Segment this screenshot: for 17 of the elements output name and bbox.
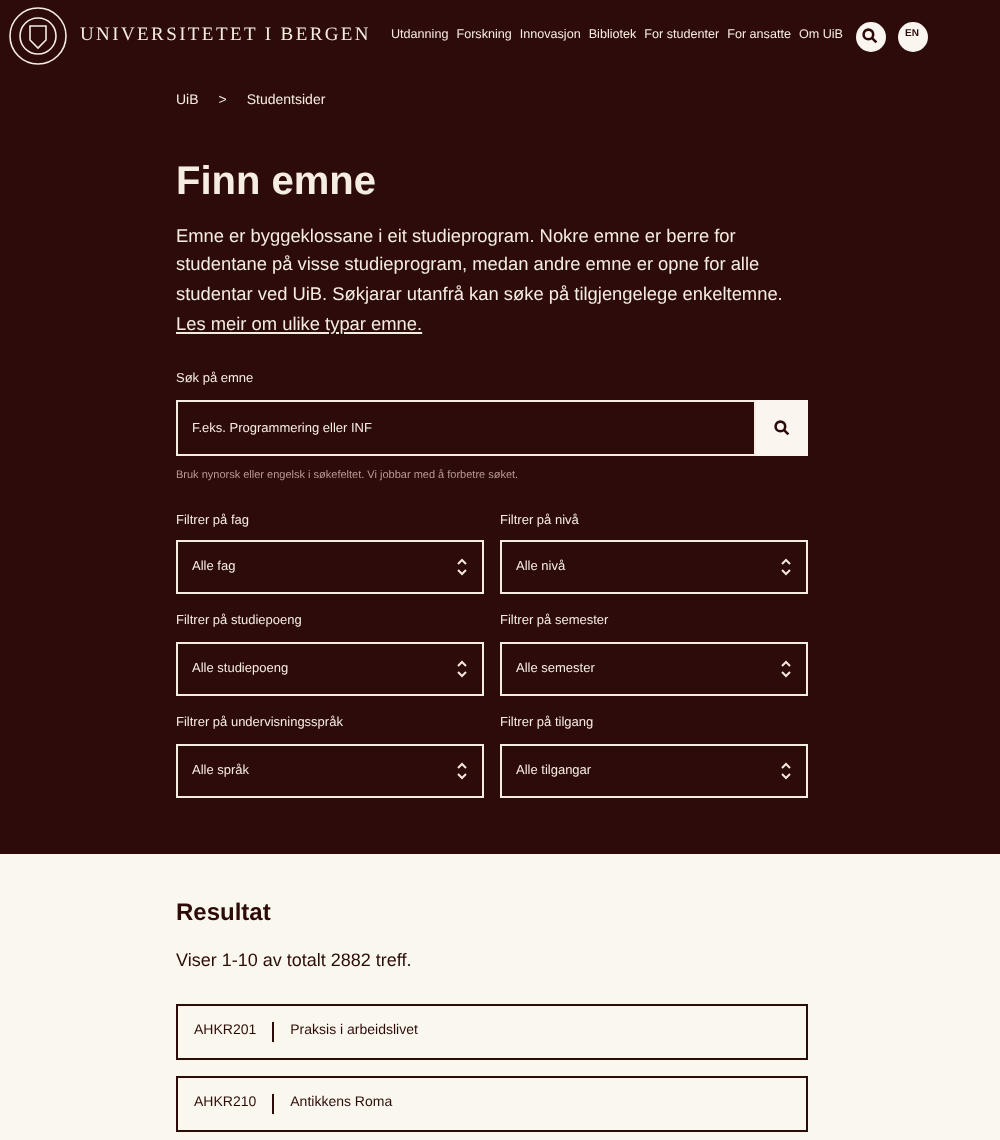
up-down-chevron-icon	[780, 660, 792, 679]
search-button[interactable]	[855, 21, 886, 51]
intro-paragraph: Emne er byggeklossane i eit studieprogram. Nokre emne er berre for studentane på visse studieprogram, medan andre emne er opne for alle studentar ved UiB. Søkjarar utanfrå kan søke på tilgjengelege enkeltemne. Les meir om ulike typar emne.	[176, 223, 785, 338]
up-down-chevron-icon	[456, 761, 468, 780]
up-down-chevron-icon	[780, 761, 792, 780]
university-seal-logo-icon	[8, 6, 68, 66]
up-down-chevron-icon	[456, 660, 468, 679]
search-icon	[862, 28, 879, 44]
up-down-chevron-icon	[780, 558, 792, 577]
results-summary: Viser 1-10 av totalt 2882 treff.	[176, 947, 414, 974]
results-title: Resultat	[176, 895, 273, 930]
search-submit-button[interactable]	[756, 400, 808, 457]
university-name: UNIVERSITETET I BERGEN	[80, 23, 371, 50]
page-title: Finn emne	[176, 157, 379, 205]
read-more-link[interactable]: Les meir om ulike typar emne.	[176, 313, 423, 334]
up-down-chevron-icon	[456, 558, 468, 577]
search-icon	[774, 420, 790, 437]
